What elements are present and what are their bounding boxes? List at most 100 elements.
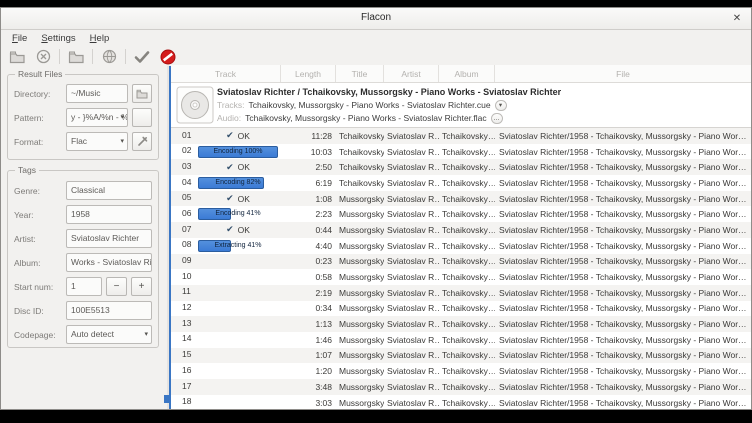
- track-number: 08: [182, 239, 191, 249]
- table-row[interactable]: 01 ✔OK 11:28 Tchaikovsky… Sviatoslav R… …: [171, 128, 752, 144]
- column-header-length[interactable]: Length: [281, 65, 336, 82]
- track-title: Mussorgsky…: [336, 350, 384, 360]
- start-num-input[interactable]: 1: [66, 277, 102, 296]
- table-row[interactable]: 14 1:46 Mussorgsky… Sviatoslav R… Tchaik…: [171, 332, 752, 348]
- table-row[interactable]: 07 ✔OK 0:44 Mussorgsky… Sviatoslav R… Tc…: [171, 222, 752, 238]
- track-artist: Sviatoslav R…: [384, 366, 439, 376]
- table-row[interactable]: 10 0:58 Mussorgsky… Sviatoslav R… Tchaik…: [171, 269, 752, 285]
- close-icon[interactable]: ✕: [729, 11, 745, 27]
- menu-help[interactable]: Help: [83, 31, 117, 46]
- track-status: [198, 316, 278, 332]
- table-row[interactable]: 12 0:34 Mussorgsky… Sviatoslav R… Tchaik…: [171, 301, 752, 317]
- track-number: 18: [182, 396, 191, 406]
- table-row[interactable]: 06 Encoding 41% 2:23 Mussorgsky… Sviatos…: [171, 206, 752, 222]
- menu-settings[interactable]: Settings: [34, 31, 82, 46]
- codepage-combo[interactable]: Auto detect▾: [66, 325, 152, 344]
- format-combo[interactable]: Flac▾: [66, 132, 128, 151]
- artist-input[interactable]: Sviatoslav Richter: [66, 229, 152, 248]
- convert-check-icon: [134, 50, 150, 64]
- table-row[interactable]: 02 Encoding 100% 10:03 Tchaikovsky… Svia…: [171, 144, 752, 160]
- track-length: 0:58: [281, 272, 336, 282]
- toolbar-separator: [59, 49, 60, 64]
- progress-bar: Extracting 41%: [198, 240, 278, 252]
- add-file-button[interactable]: [7, 48, 27, 65]
- table-row[interactable]: 04 Encoding 82% 6:19 Tchaikovsky… Sviato…: [171, 175, 752, 191]
- remove-button[interactable]: [33, 48, 53, 65]
- result-files-group: Result Files Directory: ~/Music Pattern:…: [7, 74, 159, 160]
- track-title: Mussorgsky…: [336, 303, 384, 313]
- configure-encoder-button[interactable]: [132, 132, 152, 151]
- table-row[interactable]: 16 1:20 Mussorgsky… Sviatoslav R… Tchaik…: [171, 363, 752, 379]
- flacon-window: Flacon ✕ File Settings Help: [0, 7, 752, 410]
- table-row[interactable]: 03 ✔OK 2:50 Tchaikovsky… Sviatoslav R… T…: [171, 159, 752, 175]
- track-file: Sviatoslav Richter/1958 - Tchaikovsky, M…: [495, 162, 752, 172]
- track-album: Tchaikovsky…: [439, 398, 495, 408]
- track-status: Encoding 41%: [198, 206, 278, 222]
- start-num-increment-button[interactable]: +: [131, 277, 152, 296]
- cd-icon: [176, 86, 214, 124]
- track-length: 11:28: [281, 131, 336, 141]
- table-row[interactable]: 18 3:03 Mussorgsky… Sviatoslav R… Tchaik…: [171, 395, 752, 410]
- track-length: 3:03: [281, 398, 336, 408]
- pattern-combo[interactable]: y - }%A/%n - %t▾: [66, 108, 128, 127]
- track-length: 1:08: [281, 194, 336, 204]
- track-title: Tchaikovsky…: [336, 162, 384, 172]
- column-header-title[interactable]: Title: [336, 65, 384, 82]
- column-header-track[interactable]: Track: [171, 65, 281, 82]
- chevron-down-icon[interactable]: ▾: [120, 133, 124, 150]
- album-header-row[interactable]: Sviatoslav Richter / Tchaikovsky, Mussor…: [171, 83, 752, 128]
- track-album: Tchaikovsky…: [439, 288, 495, 298]
- audio-browse-button[interactable]: …: [491, 113, 503, 124]
- track-number: 14: [182, 333, 191, 343]
- track-album: Tchaikovsky…: [439, 131, 495, 141]
- table-row[interactable]: 17 3:48 Mussorgsky… Sviatoslav R… Tchaik…: [171, 379, 752, 395]
- cue-select-button[interactable]: ▾: [495, 100, 507, 111]
- menu-file[interactable]: File: [5, 31, 34, 46]
- track-number: 09: [182, 255, 191, 265]
- add-folder-button[interactable]: [66, 48, 86, 65]
- title-bar[interactable]: Flacon ✕: [1, 8, 751, 30]
- pattern-extra-button[interactable]: [132, 108, 152, 127]
- track-artist: Sviatoslav R…: [384, 147, 439, 157]
- track-title: Mussorgsky…: [336, 256, 384, 266]
- track-length: 0:44: [281, 225, 336, 235]
- table-row[interactable]: 08 Extracting 41% 4:40 Mussorgsky… Sviat…: [171, 238, 752, 254]
- toolbar-separator: [125, 49, 126, 64]
- chevron-down-icon[interactable]: ▾: [120, 109, 124, 126]
- cddb-download-button[interactable]: [99, 48, 119, 65]
- track-status: Extracting 41%: [198, 238, 278, 254]
- abort-button[interactable]: [158, 48, 178, 65]
- track-album: Tchaikovsky…: [439, 178, 495, 188]
- directory-input[interactable]: ~/Music: [66, 84, 128, 103]
- album-input[interactable]: Works - Sviatoslav Richter: [66, 253, 152, 272]
- column-header-file[interactable]: File: [495, 65, 752, 82]
- start-num-decrement-button[interactable]: −: [106, 277, 127, 296]
- toolbar: [1, 47, 751, 66]
- table-row[interactable]: 09 0:23 Mussorgsky… Sviatoslav R… Tchaik…: [171, 254, 752, 270]
- convert-button[interactable]: [132, 48, 152, 65]
- directory-label: Directory:: [14, 89, 62, 99]
- table-row[interactable]: 05 ✔OK 1:08 Mussorgsky… Sviatoslav R… Tc…: [171, 191, 752, 207]
- track-status: [198, 254, 278, 270]
- table-row[interactable]: 11 2:19 Mussorgsky… Sviatoslav R… Tchaik…: [171, 285, 752, 301]
- chevron-down-icon[interactable]: ▾: [144, 326, 148, 343]
- track-file: Sviatoslav Richter/1958 - Tchaikovsky, M…: [495, 178, 752, 188]
- track-album: Tchaikovsky…: [439, 366, 495, 376]
- track-title: Mussorgsky…: [336, 288, 384, 298]
- browse-directory-button[interactable]: [132, 84, 152, 103]
- track-length: 2:50: [281, 162, 336, 172]
- disc-id-input[interactable]: 100E5513: [66, 301, 152, 320]
- table-row[interactable]: 13 1:13 Mussorgsky… Sviatoslav R… Tchaik…: [171, 316, 752, 332]
- track-status: [198, 301, 278, 317]
- tracks-label: Tracks:: [217, 100, 245, 110]
- track-title: Mussorgsky…: [336, 272, 384, 282]
- track-number: 01: [182, 130, 191, 140]
- year-input[interactable]: 1958: [66, 205, 152, 224]
- column-header-album[interactable]: Album: [439, 65, 495, 82]
- track-album: Tchaikovsky…: [439, 303, 495, 313]
- track-album: Tchaikovsky…: [439, 256, 495, 266]
- table-row[interactable]: 15 1:07 Mussorgsky… Sviatoslav R… Tchaik…: [171, 348, 752, 364]
- splitter-handle[interactable]: [164, 395, 171, 403]
- column-header-artist[interactable]: Artist: [384, 65, 439, 82]
- genre-input[interactable]: Classical: [66, 181, 152, 200]
